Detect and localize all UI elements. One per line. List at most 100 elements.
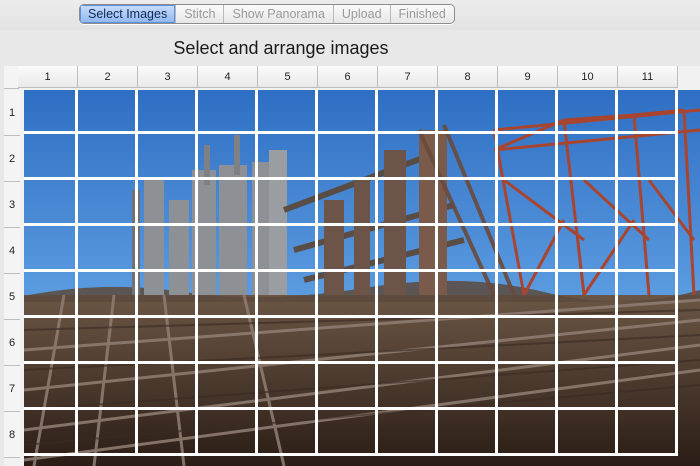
image-tile-r5-c7[interactable] bbox=[378, 272, 438, 318]
image-tile-r3-c10[interactable] bbox=[558, 180, 618, 226]
image-tile-r5-c11[interactable] bbox=[618, 272, 678, 318]
tab-show-panorama[interactable]: Show Panorama bbox=[223, 5, 332, 23]
image-tile-r6-c10[interactable] bbox=[558, 318, 618, 364]
image-tiles-area bbox=[24, 90, 700, 466]
image-tile-r8-c10[interactable] bbox=[558, 410, 618, 456]
image-tile-r5-c5[interactable] bbox=[258, 272, 318, 318]
image-tile-r3-c4[interactable] bbox=[198, 180, 258, 226]
image-tile-r4-c8[interactable] bbox=[438, 226, 498, 272]
image-tile-r8-c2[interactable] bbox=[78, 410, 138, 456]
image-tile-r4-c11[interactable] bbox=[618, 226, 678, 272]
image-tile-r8-c6[interactable] bbox=[318, 410, 378, 456]
image-tile-r6-c5[interactable] bbox=[258, 318, 318, 364]
image-tile-r4-c2[interactable] bbox=[78, 226, 138, 272]
image-tile-r5-c6[interactable] bbox=[318, 272, 378, 318]
row-header-1: 1 bbox=[4, 90, 20, 136]
image-tile-r4-c4[interactable] bbox=[198, 226, 258, 272]
image-tile-r2-c7[interactable] bbox=[378, 134, 438, 180]
image-tile-r1-c8[interactable] bbox=[438, 90, 498, 134]
tab-stitch[interactable]: Stitch bbox=[175, 5, 223, 23]
image-tile-r5-c8[interactable] bbox=[438, 272, 498, 318]
column-header-11: 11 bbox=[618, 66, 678, 88]
image-tile-r4-c10[interactable] bbox=[558, 226, 618, 272]
image-tile-r7-c5[interactable] bbox=[258, 364, 318, 410]
toolbar: Select Images Stitch Show Panorama Uploa… bbox=[0, 0, 700, 30]
tab-upload[interactable]: Upload bbox=[332, 5, 390, 23]
image-tile-r2-c3[interactable] bbox=[138, 134, 198, 180]
image-tile-r4-c1[interactable] bbox=[24, 226, 78, 272]
image-tile-r3-c11[interactable] bbox=[618, 180, 678, 226]
image-tile-r7-c8[interactable] bbox=[438, 364, 498, 410]
image-tile-r7-c11[interactable] bbox=[618, 364, 678, 410]
image-tile-r2-c8[interactable] bbox=[438, 134, 498, 180]
image-tile-r8-c4[interactable] bbox=[198, 410, 258, 456]
tab-finished[interactable]: Finished bbox=[389, 5, 454, 23]
row-header-5: 5 bbox=[4, 274, 20, 320]
image-tile-r3-c3[interactable] bbox=[138, 180, 198, 226]
image-tile-r5-c9[interactable] bbox=[498, 272, 558, 318]
image-tile-r2-c1[interactable] bbox=[24, 134, 78, 180]
image-tile-r4-c7[interactable] bbox=[378, 226, 438, 272]
image-tile-r3-c2[interactable] bbox=[78, 180, 138, 226]
image-tile-r2-c5[interactable] bbox=[258, 134, 318, 180]
image-tile-r1-c1[interactable] bbox=[24, 90, 78, 134]
image-tile-r4-c5[interactable] bbox=[258, 226, 318, 272]
image-tile-r1-c9[interactable] bbox=[498, 90, 558, 134]
image-tile-r4-c6[interactable] bbox=[318, 226, 378, 272]
image-tile-r4-c9[interactable] bbox=[498, 226, 558, 272]
image-tile-r1-c7[interactable] bbox=[378, 90, 438, 134]
image-tile-r3-c8[interactable] bbox=[438, 180, 498, 226]
image-tile-r5-c4[interactable] bbox=[198, 272, 258, 318]
image-tile-r8-c1[interactable] bbox=[24, 410, 78, 456]
image-tile-r6-c8[interactable] bbox=[438, 318, 498, 364]
image-tile-r5-c10[interactable] bbox=[558, 272, 618, 318]
image-tile-r6-c9[interactable] bbox=[498, 318, 558, 364]
image-tile-r6-c6[interactable] bbox=[318, 318, 378, 364]
image-tile-r6-c7[interactable] bbox=[378, 318, 438, 364]
image-tile-r3-c7[interactable] bbox=[378, 180, 438, 226]
image-tile-r6-c2[interactable] bbox=[78, 318, 138, 364]
image-tile-r8-c11[interactable] bbox=[618, 410, 678, 456]
image-tile-r2-c6[interactable] bbox=[318, 134, 378, 180]
image-tile-r1-c10[interactable] bbox=[558, 90, 618, 134]
image-tile-r7-c6[interactable] bbox=[318, 364, 378, 410]
image-tile-r8-c9[interactable] bbox=[498, 410, 558, 456]
image-tile-r1-c11[interactable] bbox=[618, 90, 678, 134]
image-tile-r5-c2[interactable] bbox=[78, 272, 138, 318]
image-tile-r5-c3[interactable] bbox=[138, 272, 198, 318]
row-header-8: 8 bbox=[4, 412, 20, 458]
image-tile-r7-c9[interactable] bbox=[498, 364, 558, 410]
image-tile-r1-c6[interactable] bbox=[318, 90, 378, 134]
image-tile-r2-c2[interactable] bbox=[78, 134, 138, 180]
image-tile-r7-c10[interactable] bbox=[558, 364, 618, 410]
image-tile-r7-c3[interactable] bbox=[138, 364, 198, 410]
image-tile-r3-c5[interactable] bbox=[258, 180, 318, 226]
image-tile-r7-c2[interactable] bbox=[78, 364, 138, 410]
column-header-4: 4 bbox=[198, 66, 258, 88]
image-tile-r3-c9[interactable] bbox=[498, 180, 558, 226]
image-tile-r8-c5[interactable] bbox=[258, 410, 318, 456]
image-tile-r2-c11[interactable] bbox=[618, 134, 678, 180]
image-tile-r2-c4[interactable] bbox=[198, 134, 258, 180]
image-tile-r1-c2[interactable] bbox=[78, 90, 138, 134]
image-tile-r2-c9[interactable] bbox=[498, 134, 558, 180]
image-tile-r2-c10[interactable] bbox=[558, 134, 618, 180]
image-tile-r6-c11[interactable] bbox=[618, 318, 678, 364]
image-tile-r8-c8[interactable] bbox=[438, 410, 498, 456]
image-tile-r6-c3[interactable] bbox=[138, 318, 198, 364]
image-tile-r4-c3[interactable] bbox=[138, 226, 198, 272]
tab-select-images[interactable]: Select Images bbox=[80, 5, 176, 23]
image-tile-r3-c1[interactable] bbox=[24, 180, 78, 226]
image-tile-r6-c4[interactable] bbox=[198, 318, 258, 364]
image-tile-r7-c1[interactable] bbox=[24, 364, 78, 410]
image-tile-r8-c7[interactable] bbox=[378, 410, 438, 456]
image-tile-r6-c1[interactable] bbox=[24, 318, 78, 364]
image-tile-r1-c5[interactable] bbox=[258, 90, 318, 134]
image-tile-r8-c3[interactable] bbox=[138, 410, 198, 456]
image-tile-r5-c1[interactable] bbox=[24, 272, 78, 318]
image-tile-r3-c6[interactable] bbox=[318, 180, 378, 226]
image-tile-r1-c3[interactable] bbox=[138, 90, 198, 134]
image-tile-r7-c4[interactable] bbox=[198, 364, 258, 410]
image-tile-r1-c4[interactable] bbox=[198, 90, 258, 134]
image-tile-r7-c7[interactable] bbox=[378, 364, 438, 410]
